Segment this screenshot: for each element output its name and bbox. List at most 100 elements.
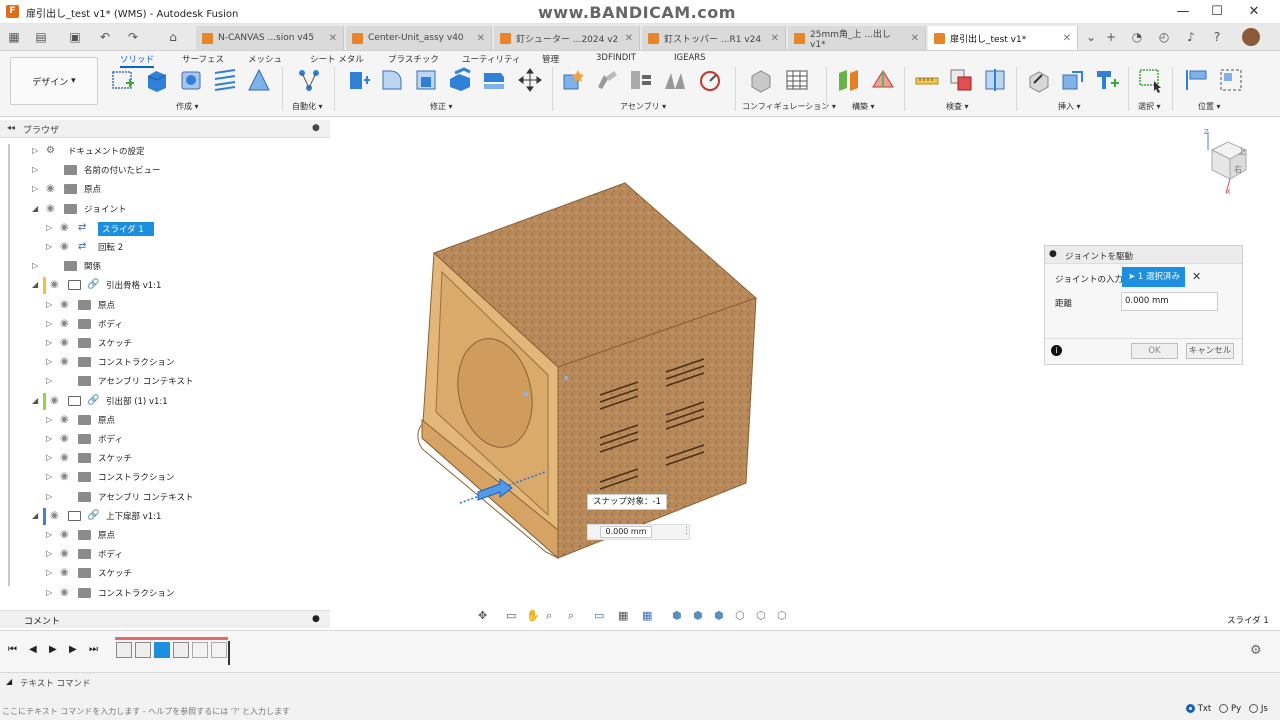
ribbon-tab[interactable]: サーフェス <box>182 53 224 65</box>
visibility-eye-icon[interactable]: ◉ <box>60 529 74 541</box>
joint-selection-button[interactable]: ➤ 1 選択済み <box>1122 267 1185 287</box>
visibility-eye-icon[interactable]: ◉ <box>50 395 64 407</box>
create-sketch-icon[interactable] <box>110 67 136 93</box>
visibility-eye-icon[interactable]: ◉ <box>60 356 74 368</box>
document-tab[interactable]: 扉引出し_test v1* ✕ <box>928 26 1078 50</box>
expand-arrow-icon[interactable]: ▷ <box>46 472 54 482</box>
ribbon-tab[interactable]: 管理 <box>542 53 559 65</box>
visibility-eye-icon[interactable]: ◉ <box>60 241 74 253</box>
document-tab[interactable]: 25mm角_上 ...出し v1* ✕ <box>788 26 926 50</box>
visibility-eye-icon[interactable]: ◉ <box>60 548 74 560</box>
offset-plane-icon[interactable] <box>836 67 862 93</box>
expand-arrow-icon[interactable]: ◢ <box>32 511 40 521</box>
distance-input[interactable]: 0.000 mm <box>1121 292 1218 311</box>
ribbon-tab[interactable]: ユーティリティ <box>462 53 520 65</box>
file-menu-icon[interactable]: ▤ <box>32 28 50 46</box>
comment-add-icon[interactable]: ● <box>312 614 320 624</box>
browser-node[interactable]: ◢ ◉ ジョイント <box>0 200 330 219</box>
expand-arrow-icon[interactable]: ▷ <box>46 357 54 367</box>
as-built-joint-icon[interactable] <box>628 67 654 93</box>
configuration-icon[interactable] <box>748 67 774 93</box>
close-tab-icon[interactable]: ✕ <box>1063 33 1071 44</box>
expand-arrow-icon[interactable]: ▷ <box>46 568 54 578</box>
zoom-window-icon[interactable]: ⌕ <box>568 609 574 623</box>
measure-icon[interactable] <box>914 67 940 93</box>
browser-node[interactable]: ▷ ◉ 原点 <box>0 180 330 199</box>
visibility-eye-icon[interactable]: ◉ <box>60 452 74 464</box>
expand-arrow-icon[interactable]: ▷ <box>46 376 54 386</box>
timeline-next-icon[interactable]: ▶ <box>69 644 77 655</box>
close-tab-icon[interactable]: ✕ <box>911 33 919 44</box>
redo-icon[interactable]: ↷ <box>124 28 142 46</box>
timeline-start-icon[interactable]: ⏮ <box>8 644 17 655</box>
model-render[interactable] <box>330 120 1280 630</box>
text-commands-collapse-icon[interactable]: ◢ <box>6 677 12 686</box>
ribbon-group-menu[interactable]: 選択 ▾ <box>1138 101 1161 112</box>
joint-icon[interactable] <box>594 67 620 93</box>
cancel-button[interactable]: キャンセル <box>1186 343 1234 359</box>
capture-position-icon[interactable] <box>1218 67 1244 93</box>
ribbon-group-menu[interactable]: 修正 ▾ <box>430 101 453 112</box>
close-tab-icon[interactable]: ✕ <box>329 33 337 44</box>
timeline-end-icon[interactable]: ⏭ <box>89 644 98 655</box>
close-icon[interactable]: ✕ <box>1243 2 1265 22</box>
undo-icon[interactable]: ↶ <box>96 28 114 46</box>
timeline-feature-4[interactable] <box>173 642 189 658</box>
ribbon-group-menu[interactable]: 挿入 ▾ <box>1058 101 1081 112</box>
visual-style-wireframe-icon[interactable]: ⬡ <box>735 609 745 622</box>
plane-at-angle-icon[interactable] <box>870 67 896 93</box>
ribbon-group-menu[interactable]: 構築 ▾ <box>852 101 875 112</box>
ribbon-group-menu[interactable]: 自動化 ▾ <box>292 101 323 112</box>
ribbon-tab[interactable]: IGEARS <box>674 53 706 63</box>
browser-node[interactable]: ▷ ◉ スケッチ <box>0 449 330 468</box>
orbit-icon[interactable]: ✥ <box>478 609 487 622</box>
ribbon-tab[interactable]: 3DFINDIT <box>596 53 636 63</box>
visibility-eye-icon[interactable]: ◉ <box>60 299 74 311</box>
browser-node[interactable]: ▷ 関係 <box>0 257 330 276</box>
browser-node[interactable]: ▷ ◉ ボディ <box>0 315 330 334</box>
browser-node[interactable]: ▷ ◉ 原点 <box>0 411 330 430</box>
extensions-icon[interactable]: ◔ <box>1128 28 1146 46</box>
ribbon-group-menu[interactable]: 検査 ▾ <box>946 101 969 112</box>
script-mode-radio[interactable]: Txt <box>1186 704 1211 719</box>
expand-arrow-icon[interactable]: ▷ <box>46 300 54 310</box>
press-pull-icon[interactable] <box>345 67 371 93</box>
display-settings-icon[interactable]: ▭ <box>594 609 604 622</box>
timeline-feature-1[interactable] <box>116 642 132 658</box>
minimize-icon[interactable]: — <box>1172 2 1194 22</box>
chamfer-icon[interactable] <box>413 67 439 93</box>
timeline-marker[interactable] <box>228 641 230 665</box>
visibility-eye-icon[interactable]: ◉ <box>60 567 74 579</box>
document-tab[interactable]: 釘シューター ...2024 v2 ✕ <box>494 26 640 50</box>
expand-arrow-icon[interactable]: ▷ <box>46 549 54 559</box>
timeline-settings-icon[interactable]: ⚙ <box>1250 643 1262 658</box>
text-command-input[interactable] <box>2 704 1172 719</box>
dialog-collapse-icon[interactable]: ● <box>1049 249 1057 259</box>
home-icon[interactable]: ⌂ <box>164 28 182 46</box>
timeline-feature-5[interactable] <box>192 642 208 658</box>
expand-arrow-icon[interactable]: ▷ <box>46 415 54 425</box>
browser-scrollbar[interactable] <box>8 144 10 586</box>
user-avatar[interactable] <box>1242 28 1260 46</box>
timeline-feature-slider[interactable] <box>154 642 170 658</box>
insert-mcmaster-icon[interactable] <box>1094 67 1120 93</box>
expand-arrow-icon[interactable]: ▷ <box>46 223 54 233</box>
interference-icon[interactable] <box>948 67 974 93</box>
configuration-table-icon[interactable] <box>784 67 810 93</box>
apps-grid-icon[interactable]: ▦ <box>5 28 23 46</box>
save-icon[interactable]: ▣ <box>66 28 84 46</box>
expand-arrow-icon[interactable]: ▷ <box>46 492 54 502</box>
zoom-icon[interactable]: ⌕ <box>546 609 552 623</box>
align-icon[interactable] <box>1184 67 1210 93</box>
shell-icon[interactable] <box>447 67 473 93</box>
expand-arrow-icon[interactable]: ▷ <box>46 338 54 348</box>
viewports-icon[interactable]: ▦ <box>642 609 652 622</box>
browser-node[interactable]: ▷ ◉ スケッチ <box>0 564 330 583</box>
expand-arrow-icon[interactable]: ▷ <box>46 453 54 463</box>
grid-settings-icon[interactable]: ▦ <box>618 609 628 622</box>
ribbon-group-menu[interactable]: コンフィギュレーション ▾ <box>742 101 836 112</box>
timeline-feature-6[interactable] <box>211 642 227 658</box>
expand-arrow-icon[interactable]: ▷ <box>46 434 54 444</box>
automate-icon[interactable] <box>296 67 322 93</box>
insert-link-icon[interactable] <box>1060 67 1086 93</box>
